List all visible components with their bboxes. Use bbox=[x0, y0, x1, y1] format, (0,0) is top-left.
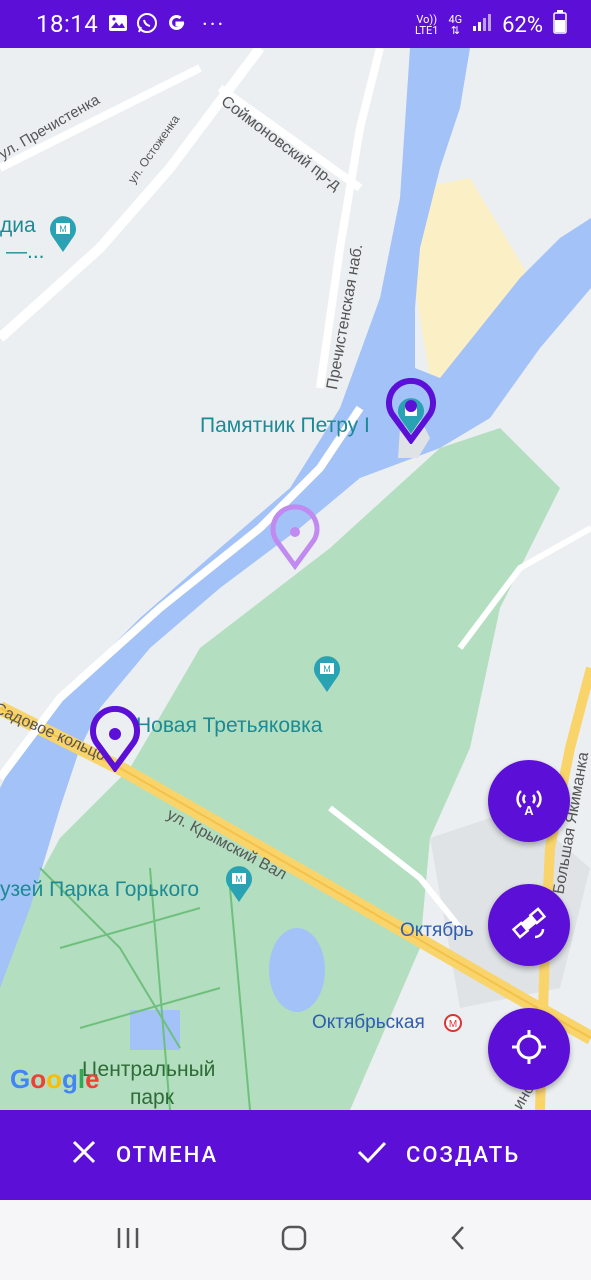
my-location-button[interactable] bbox=[488, 1008, 570, 1090]
status-time: 18:14 bbox=[36, 10, 99, 38]
recent-apps-button[interactable] bbox=[98, 1220, 158, 1260]
network-type: 4G ⇅ bbox=[448, 13, 463, 37]
recent-apps-icon bbox=[115, 1225, 141, 1255]
home-button[interactable] bbox=[264, 1220, 324, 1260]
cancel-button[interactable]: ОТМЕНА bbox=[70, 1110, 218, 1200]
tower-broadcast-button[interactable]: A bbox=[488, 760, 570, 842]
tower-broadcast-icon: A bbox=[511, 781, 547, 821]
back-button[interactable] bbox=[428, 1220, 488, 1260]
close-icon bbox=[70, 1138, 98, 1172]
google-logo: Google bbox=[10, 1064, 100, 1094]
back-icon bbox=[448, 1224, 468, 1256]
poi-label: —... bbox=[6, 240, 45, 263]
svg-text:A: A bbox=[524, 803, 534, 817]
status-bar: 18:14 ··· Vo)) LTE1 4G ⇅ 62% bbox=[0, 0, 591, 48]
system-status: Vo)) LTE1 4G ⇅ 62% bbox=[415, 10, 567, 40]
notification-icons: ··· bbox=[108, 12, 225, 38]
park-label: Центральный bbox=[82, 1058, 216, 1081]
google-icon bbox=[166, 12, 188, 38]
image-icon bbox=[108, 14, 128, 36]
system-navigation-bar bbox=[0, 1200, 591, 1280]
metro-label: Октябрь bbox=[400, 920, 474, 941]
battery-level: 62% bbox=[502, 12, 543, 38]
poi-label: диа bbox=[0, 214, 36, 237]
svg-text:M: M bbox=[235, 874, 243, 884]
check-icon bbox=[356, 1138, 388, 1172]
satellite-button[interactable] bbox=[488, 884, 570, 966]
poi-label: узей Парка Горького bbox=[0, 878, 199, 901]
volte-indicator: Vo)) LTE1 bbox=[415, 13, 439, 37]
crosshair-location-icon bbox=[509, 1027, 549, 1071]
more-icon: ··· bbox=[202, 12, 226, 38]
svg-text:M: M bbox=[59, 224, 67, 234]
cancel-label: ОТМЕНА bbox=[116, 1142, 219, 1168]
bottom-action-bar: ОТМЕНА СОЗДАТЬ bbox=[0, 1110, 591, 1200]
park-label: парк bbox=[130, 1086, 174, 1109]
create-label: СОЗДАТЬ bbox=[406, 1142, 521, 1168]
create-button[interactable]: СОЗДАТЬ bbox=[356, 1110, 520, 1200]
satellite-icon bbox=[509, 903, 549, 947]
home-icon bbox=[280, 1224, 308, 1256]
whatsapp-icon bbox=[136, 12, 158, 38]
poi-label: Новая Третьяковка bbox=[136, 714, 323, 737]
svg-text:M: M bbox=[449, 1019, 457, 1030]
signal-icon bbox=[472, 12, 492, 38]
svg-text:M: M bbox=[323, 664, 331, 674]
metro-label: Октябрьская bbox=[312, 1012, 425, 1033]
poi-label: Памятник Петру I bbox=[200, 414, 370, 437]
battery-icon bbox=[553, 10, 567, 40]
